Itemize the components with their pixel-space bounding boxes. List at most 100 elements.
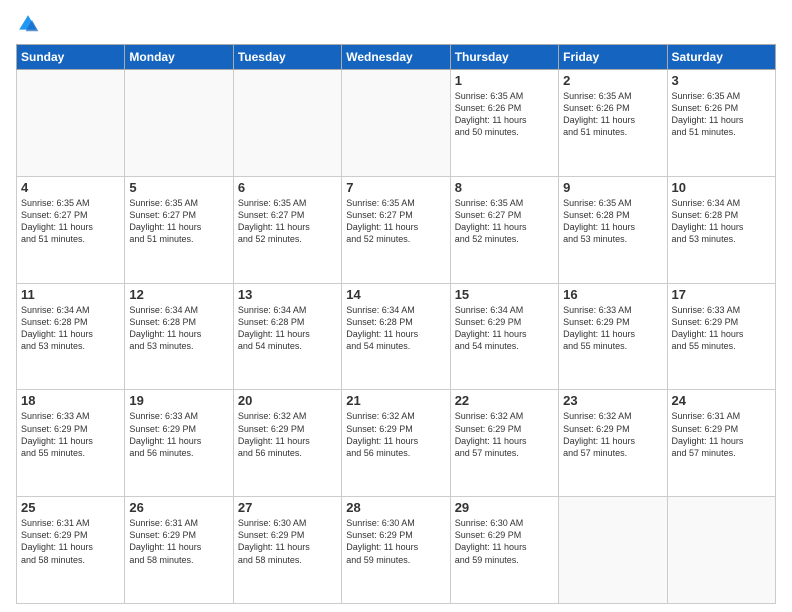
day-number: 28 [346,500,445,515]
day-info: Sunrise: 6:33 AMSunset: 6:29 PMDaylight:… [129,410,228,459]
day-info: Sunrise: 6:31 AMSunset: 6:29 PMDaylight:… [129,517,228,566]
calendar-cell [559,497,667,604]
day-info: Sunrise: 6:35 AMSunset: 6:26 PMDaylight:… [455,90,554,139]
day-number: 9 [563,180,662,195]
calendar-cell: 15 Sunrise: 6:34 AMSunset: 6:29 PMDayligh… [450,283,558,390]
calendar-cell: 2 Sunrise: 6:35 AMSunset: 6:26 PMDaylight… [559,70,667,177]
weekday-header-sunday: Sunday [17,45,125,70]
calendar-cell: 16 Sunrise: 6:33 AMSunset: 6:29 PMDayligh… [559,283,667,390]
calendar-cell: 3 Sunrise: 6:35 AMSunset: 6:26 PMDaylight… [667,70,775,177]
day-info: Sunrise: 6:32 AMSunset: 6:29 PMDaylight:… [455,410,554,459]
day-number: 16 [563,287,662,302]
weekday-header-monday: Monday [125,45,233,70]
day-number: 18 [21,393,120,408]
calendar-cell: 18 Sunrise: 6:33 AMSunset: 6:29 PMDayligh… [17,390,125,497]
calendar-cell [125,70,233,177]
day-number: 17 [672,287,771,302]
day-info: Sunrise: 6:33 AMSunset: 6:29 PMDaylight:… [672,304,771,353]
calendar-cell: 9 Sunrise: 6:35 AMSunset: 6:28 PMDaylight… [559,176,667,283]
day-info: Sunrise: 6:34 AMSunset: 6:28 PMDaylight:… [129,304,228,353]
calendar-cell: 28 Sunrise: 6:30 AMSunset: 6:29 PMDayligh… [342,497,450,604]
day-number: 10 [672,180,771,195]
day-number: 11 [21,287,120,302]
day-number: 14 [346,287,445,302]
day-info: Sunrise: 6:30 AMSunset: 6:29 PMDaylight:… [346,517,445,566]
day-info: Sunrise: 6:34 AMSunset: 6:28 PMDaylight:… [238,304,337,353]
day-number: 4 [21,180,120,195]
calendar-cell: 24 Sunrise: 6:31 AMSunset: 6:29 PMDayligh… [667,390,775,497]
day-info: Sunrise: 6:35 AMSunset: 6:27 PMDaylight:… [455,197,554,246]
weekday-header-friday: Friday [559,45,667,70]
day-number: 7 [346,180,445,195]
day-number: 1 [455,73,554,88]
day-info: Sunrise: 6:35 AMSunset: 6:28 PMDaylight:… [563,197,662,246]
day-number: 23 [563,393,662,408]
weekday-header-tuesday: Tuesday [233,45,341,70]
day-number: 6 [238,180,337,195]
day-info: Sunrise: 6:31 AMSunset: 6:29 PMDaylight:… [672,410,771,459]
calendar-cell: 22 Sunrise: 6:32 AMSunset: 6:29 PMDayligh… [450,390,558,497]
day-info: Sunrise: 6:31 AMSunset: 6:29 PMDaylight:… [21,517,120,566]
day-number: 12 [129,287,228,302]
calendar-cell: 27 Sunrise: 6:30 AMSunset: 6:29 PMDayligh… [233,497,341,604]
day-number: 26 [129,500,228,515]
calendar-cell: 6 Sunrise: 6:35 AMSunset: 6:27 PMDaylight… [233,176,341,283]
logo-icon [16,12,40,36]
day-info: Sunrise: 6:35 AMSunset: 6:26 PMDaylight:… [672,90,771,139]
logo [16,12,44,36]
day-number: 27 [238,500,337,515]
calendar-cell: 4 Sunrise: 6:35 AMSunset: 6:27 PMDaylight… [17,176,125,283]
day-info: Sunrise: 6:34 AMSunset: 6:28 PMDaylight:… [672,197,771,246]
calendar-cell: 19 Sunrise: 6:33 AMSunset: 6:29 PMDayligh… [125,390,233,497]
calendar-cell: 26 Sunrise: 6:31 AMSunset: 6:29 PMDayligh… [125,497,233,604]
calendar-cell: 12 Sunrise: 6:34 AMSunset: 6:28 PMDayligh… [125,283,233,390]
day-info: Sunrise: 6:33 AMSunset: 6:29 PMDaylight:… [563,304,662,353]
calendar-cell: 14 Sunrise: 6:34 AMSunset: 6:28 PMDayligh… [342,283,450,390]
day-info: Sunrise: 6:35 AMSunset: 6:27 PMDaylight:… [21,197,120,246]
day-info: Sunrise: 6:30 AMSunset: 6:29 PMDaylight:… [455,517,554,566]
day-info: Sunrise: 6:33 AMSunset: 6:29 PMDaylight:… [21,410,120,459]
day-info: Sunrise: 6:34 AMSunset: 6:29 PMDaylight:… [455,304,554,353]
calendar-cell [342,70,450,177]
day-number: 19 [129,393,228,408]
calendar-cell: 1 Sunrise: 6:35 AMSunset: 6:26 PMDaylight… [450,70,558,177]
day-number: 29 [455,500,554,515]
calendar-cell: 13 Sunrise: 6:34 AMSunset: 6:28 PMDayligh… [233,283,341,390]
calendar-cell: 29 Sunrise: 6:30 AMSunset: 6:29 PMDayligh… [450,497,558,604]
calendar-cell [17,70,125,177]
day-number: 5 [129,180,228,195]
calendar-cell: 21 Sunrise: 6:32 AMSunset: 6:29 PMDayligh… [342,390,450,497]
weekday-header-saturday: Saturday [667,45,775,70]
page-header [16,12,776,36]
calendar-table: SundayMondayTuesdayWednesdayThursdayFrid… [16,44,776,604]
calendar-cell: 23 Sunrise: 6:32 AMSunset: 6:29 PMDayligh… [559,390,667,497]
calendar-cell: 20 Sunrise: 6:32 AMSunset: 6:29 PMDayligh… [233,390,341,497]
calendar-cell: 17 Sunrise: 6:33 AMSunset: 6:29 PMDayligh… [667,283,775,390]
day-number: 20 [238,393,337,408]
day-number: 8 [455,180,554,195]
day-number: 21 [346,393,445,408]
calendar-cell: 11 Sunrise: 6:34 AMSunset: 6:28 PMDayligh… [17,283,125,390]
day-info: Sunrise: 6:32 AMSunset: 6:29 PMDaylight:… [346,410,445,459]
day-number: 13 [238,287,337,302]
day-info: Sunrise: 6:32 AMSunset: 6:29 PMDaylight:… [238,410,337,459]
calendar-cell [667,497,775,604]
day-number: 3 [672,73,771,88]
weekday-header-wednesday: Wednesday [342,45,450,70]
day-info: Sunrise: 6:35 AMSunset: 6:26 PMDaylight:… [563,90,662,139]
calendar-cell: 5Sunrise: 6:35 AMSunset: 6:27 PMDaylight… [125,176,233,283]
day-info: Sunrise: 6:34 AMSunset: 6:28 PMDaylight:… [21,304,120,353]
day-number: 22 [455,393,554,408]
calendar-cell: 10 Sunrise: 6:34 AMSunset: 6:28 PMDayligh… [667,176,775,283]
day-info: Sunrise: 6:32 AMSunset: 6:29 PMDaylight:… [563,410,662,459]
day-number: 2 [563,73,662,88]
day-info: Sunrise: 6:34 AMSunset: 6:28 PMDaylight:… [346,304,445,353]
day-number: 15 [455,287,554,302]
day-info: Sunrise: 6:35 AMSunset: 6:27 PMDaylight:… [346,197,445,246]
calendar-cell [233,70,341,177]
calendar-cell: 7 Sunrise: 6:35 AMSunset: 6:27 PMDaylight… [342,176,450,283]
day-number: 24 [672,393,771,408]
day-info: Sunrise: 6:30 AMSunset: 6:29 PMDaylight:… [238,517,337,566]
day-info: Sunrise: 6:35 AMSunset: 6:27 PMDaylight:… [238,197,337,246]
calendar-cell: 8 Sunrise: 6:35 AMSunset: 6:27 PMDaylight… [450,176,558,283]
